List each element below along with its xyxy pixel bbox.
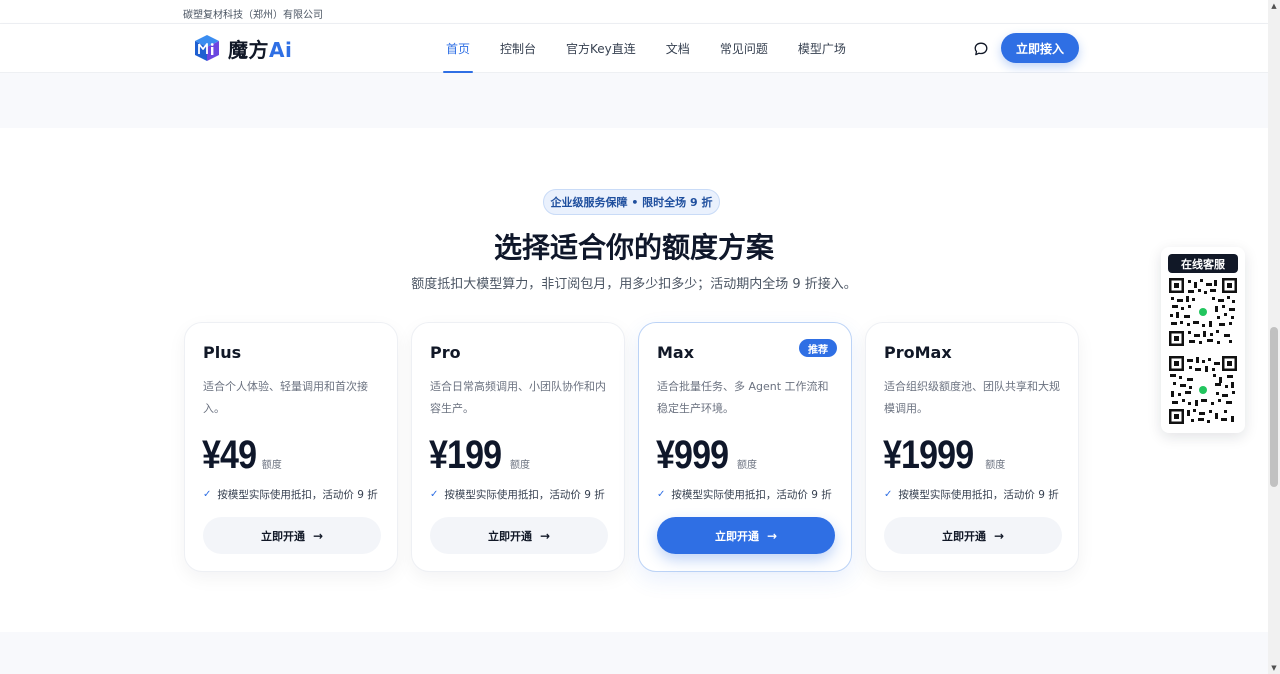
plan-name: ProMax [884,343,952,362]
scroll-down-arrow-icon[interactable]: ▼ [1268,662,1280,674]
plan-price: ¥199 额度 [429,433,530,478]
company-strip: 碳塑复材科技（郑州）有限公司 [0,0,1268,24]
plan-price: ¥49 额度 [202,433,282,478]
price-unit: 额度 [509,460,530,471]
plan-feature-text: 按模型实际使用抵扣，活动价 9 折 [217,489,378,501]
section-subtitle: 额度抵扣大模型算力，非订阅包月，用多少扣多少；活动期内全场 9 折接入。 [411,277,857,292]
online-service-widget[interactable]: 在线客服 [1161,247,1245,433]
price-value: ¥999 [656,433,729,477]
plan-card-max: Max 推荐 适合批量任务、多 Agent 工作流和稳定生产环境。 ¥999 额… [638,322,852,572]
arrow-right-icon: → [766,528,778,543]
plan-price: ¥999 额度 [656,433,757,478]
online-service-title: 在线客服 [1168,254,1238,273]
recommended-badge: 推荐 [799,339,837,357]
plan-desc: 适合组织级额度池、团队共享和大规模调用。 [884,380,1060,415]
plan-feature-text: 按模型实际使用抵扣，活动价 9 折 [671,489,832,501]
plan-feature: ✓ 按模型实际使用抵扣，活动价 9 折 [884,487,1059,502]
check-icon: ✓ [203,489,212,500]
plan-card-pro: Pro 适合日常高频调用、小团队协作和内容生产。 ¥199 额度 ✓ 按模型实际… [411,322,625,572]
price-unit: 额度 [261,460,282,471]
subscribe-label: 立即开通 [714,529,759,543]
plan-desc: 适合批量任务、多 Agent 工作流和稳定生产环境。 [657,380,829,415]
section-title: 选择适合你的额度方案 [493,231,774,264]
plan-name: Max [657,343,695,362]
arrow-right-icon: → [539,528,551,543]
chat-button[interactable] [970,38,992,60]
plan-feature-text: 按模型实际使用抵扣，活动价 9 折 [898,489,1059,501]
connect-now-button[interactable]: 立即接入 [1001,33,1079,63]
cube-logo-icon [195,35,219,61]
logo-text: 魔方Ai [228,34,292,63]
subscribe-button[interactable]: 立即开通 → [203,517,381,554]
nav-link-model-plaza[interactable]: 模型广场 [783,24,861,73]
plan-feature: ✓ 按模型实际使用抵扣，活动价 9 折 [430,487,605,502]
nav-link-official-key[interactable]: 官方Key直连 [551,24,651,73]
promo-badge: 企业级服务保障 • 限时全场 9 折 [543,189,720,215]
scroll-thumb[interactable] [1270,327,1278,487]
price-value: ¥199 [429,433,502,477]
subscribe-button[interactable]: 立即开通 → [884,517,1062,554]
logo-suffix: Ai [269,37,293,62]
subscribe-button[interactable]: 立即开通 → [657,517,835,554]
subscribe-label: 立即开通 [260,529,305,543]
nav-link-faq[interactable]: 常见问题 [705,24,783,73]
price-value: ¥49 [202,433,257,477]
subscribe-label: 立即开通 [487,529,532,543]
company-name: 碳塑复材科技（郑州）有限公司 [183,10,323,21]
plan-card-promax: ProMax 适合组织级额度池、团队共享和大规模调用。 ¥1999 额度 ✓ 按… [865,322,1079,572]
qr-code-icon [1169,278,1237,346]
price-unit: 额度 [985,460,1006,471]
check-icon: ✓ [884,489,893,500]
plan-card-plus: Plus 适合个人体验、轻量调用和首次接入。 ¥49 额度 ✓ 按模型实际使用抵… [184,322,398,572]
nav-link-console[interactable]: 控制台 [485,24,551,73]
chat-bubble-icon [974,42,988,56]
subscribe-button[interactable]: 立即开通 → [430,517,608,554]
plan-feature: ✓ 按模型实际使用抵扣，活动价 9 折 [203,487,378,502]
plan-feature: ✓ 按模型实际使用抵扣，活动价 9 折 [657,487,832,502]
nav-link-docs[interactable]: 文档 [651,24,705,73]
top-band [0,73,1268,128]
nav-links: 首页 控制台 官方Key直连 文档 常见问题 模型广场 [431,24,861,73]
logo[interactable]: 魔方Ai [191,32,292,64]
plan-desc: 适合个人体验、轻量调用和首次接入。 [203,380,368,415]
nav-link-home[interactable]: 首页 [431,24,485,73]
plan-name: Plus [203,343,242,362]
price-unit: 额度 [736,460,757,471]
plan-desc: 适合日常高频调用、小团队协作和内容生产。 [430,380,606,415]
page-scrollbar[interactable]: ▲ ▼ [1268,0,1280,674]
logo-name: 魔方 [228,37,269,62]
plan-feature-text: 按模型实际使用抵扣，活动价 9 折 [444,489,605,501]
scroll-up-arrow-icon[interactable]: ▲ [1268,0,1280,12]
arrow-right-icon: → [993,528,1005,543]
arrow-right-icon: → [312,528,324,543]
check-icon: ✓ [430,489,439,500]
plan-price: ¥1999 额度 [883,433,1005,478]
bottom-band [0,632,1268,674]
qr-code-icon [1169,356,1237,424]
check-icon: ✓ [657,489,666,500]
subscribe-label: 立即开通 [941,529,986,543]
navbar: 魔方Ai 首页 控制台 官方Key直连 文档 常见问题 模型广场 立即接入 [0,24,1268,73]
plan-name: Pro [430,343,461,362]
price-value: ¥1999 [883,433,974,477]
